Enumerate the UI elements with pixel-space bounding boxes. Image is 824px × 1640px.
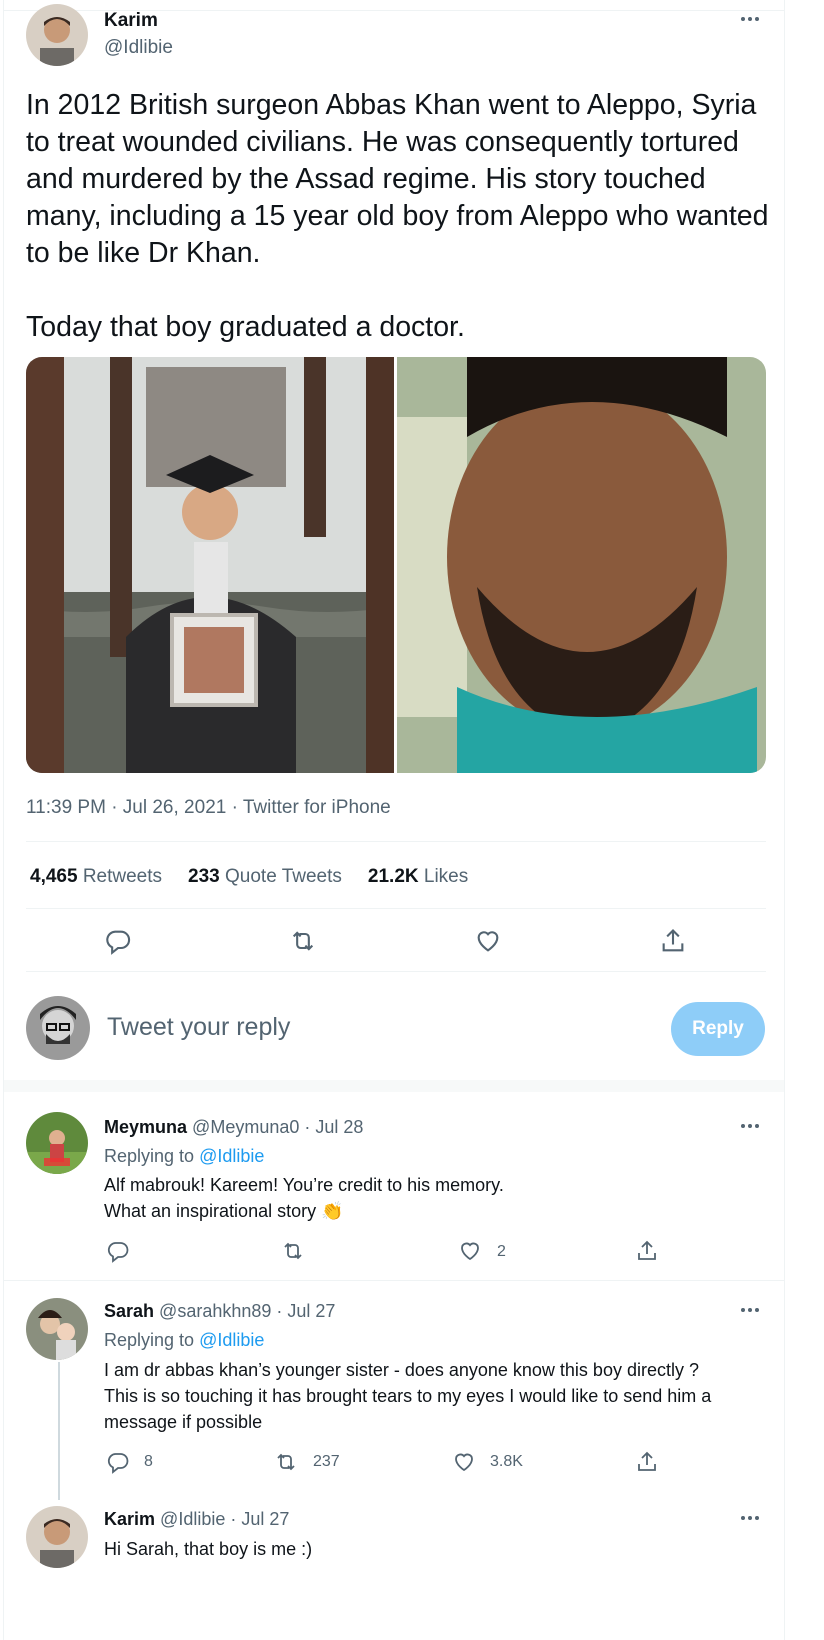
reply-icon[interactable] xyxy=(104,927,132,955)
reply-icon[interactable] xyxy=(106,1450,130,1474)
replying-to-link[interactable]: @Idlibie xyxy=(199,1330,264,1350)
reply-author-handle[interactable]: @Idlibie · Jul 27 xyxy=(160,1509,289,1529)
author-name[interactable]: Karim xyxy=(104,10,158,32)
like-count: 2 xyxy=(497,1243,506,1260)
thread-line xyxy=(58,1362,60,1500)
share-icon[interactable] xyxy=(659,927,687,955)
reply-header: Karim @Idlibie · Jul 27 xyxy=(104,1509,289,1530)
retweet-icon[interactable] xyxy=(274,1450,298,1474)
replying-to: Replying to @Idlibie xyxy=(104,1146,264,1167)
heart-icon[interactable] xyxy=(458,1239,482,1263)
reply-author-name[interactable]: Sarah xyxy=(104,1301,154,1321)
quotes-label: Quote Tweets xyxy=(225,866,342,887)
quotes-count: 233 xyxy=(188,866,220,887)
more-icon[interactable] xyxy=(741,14,765,24)
likes-label: Likes xyxy=(423,866,469,887)
share-icon[interactable] xyxy=(635,1239,659,1263)
reply-avatar-karim[interactable] xyxy=(26,1506,88,1568)
reply-count: 8 xyxy=(144,1453,153,1470)
reply-author-name[interactable]: Meymuna xyxy=(104,1117,187,1137)
tweet-stats: 4,465 Retweets 233 Quote Tweets 21.2K Li… xyxy=(30,866,468,888)
replying-prefix: Replying to xyxy=(104,1146,200,1166)
more-icon[interactable] xyxy=(741,1513,765,1523)
like-count: 3.8K xyxy=(490,1453,523,1470)
timeline-column: Karim @Idlibie In 2012 British surgeon A… xyxy=(3,0,785,1640)
reply-avatar-meymuna[interactable] xyxy=(26,1112,88,1174)
reply-author-handle[interactable]: @Meymuna0 · Jul 28 xyxy=(192,1117,363,1137)
meta-divider xyxy=(26,841,766,842)
reply-header: Sarah @sarahkhn89 · Jul 27 xyxy=(104,1301,335,1322)
likes-stat[interactable]: 21.2K Likes xyxy=(368,866,468,888)
more-icon[interactable] xyxy=(741,1305,765,1315)
reply-button[interactable]: Reply xyxy=(671,1002,765,1056)
retweets-stat[interactable]: 4,465 Retweets xyxy=(30,866,162,888)
reply-text: Alf mabrouk! Kareem! You’re credit to hi… xyxy=(104,1175,504,1221)
replying-prefix: Replying to xyxy=(104,1330,200,1350)
retweet-count: 237 xyxy=(313,1453,340,1470)
reply-author-name[interactable]: Karim xyxy=(104,1509,155,1529)
user-avatar[interactable] xyxy=(26,996,90,1060)
reply-input[interactable]: Tweet your reply xyxy=(107,1013,290,1042)
retweet-icon[interactable] xyxy=(289,927,317,955)
share-icon[interactable] xyxy=(635,1450,659,1474)
replying-to: Replying to @Idlibie xyxy=(104,1330,264,1351)
tweet-text: In 2012 British surgeon Abbas Khan went … xyxy=(26,89,769,343)
portrait-photo[interactable] xyxy=(397,357,766,773)
heart-icon[interactable] xyxy=(452,1450,476,1474)
actions-divider xyxy=(26,971,766,972)
reply-author-handle[interactable]: @sarahkhn89 · Jul 27 xyxy=(159,1301,335,1321)
reply-avatar-sarah[interactable] xyxy=(26,1298,88,1360)
retweets-label: Retweets xyxy=(82,866,163,887)
reply-header: Meymuna @Meymuna0 · Jul 28 xyxy=(104,1117,363,1138)
quotes-stat[interactable]: 233 Quote Tweets xyxy=(188,866,342,888)
replying-to-link[interactable]: @Idlibie xyxy=(199,1146,264,1166)
reply-text: Hi Sarah, that boy is me :) xyxy=(104,1539,313,1559)
section-separator xyxy=(4,1080,784,1092)
tweet-meta[interactable]: 11:39 PM · Jul 26, 2021 · Twitter for iP… xyxy=(26,797,391,819)
reply-text: I am dr abbas khan’s younger sister - do… xyxy=(104,1360,712,1432)
heart-icon[interactable] xyxy=(474,927,502,955)
likes-count: 21.2K xyxy=(367,866,419,887)
stats-divider xyxy=(26,908,766,909)
author-handle[interactable]: @Idlibie xyxy=(104,37,173,59)
retweets-count: 4,465 xyxy=(30,866,78,887)
reply-icon[interactable] xyxy=(106,1239,130,1263)
tweet-media[interactable] xyxy=(26,357,766,773)
more-icon[interactable] xyxy=(741,1121,765,1131)
graduation-photo[interactable] xyxy=(26,357,394,773)
reply-divider xyxy=(4,1280,784,1281)
author-avatar[interactable] xyxy=(26,4,88,66)
retweet-icon[interactable] xyxy=(281,1239,305,1263)
